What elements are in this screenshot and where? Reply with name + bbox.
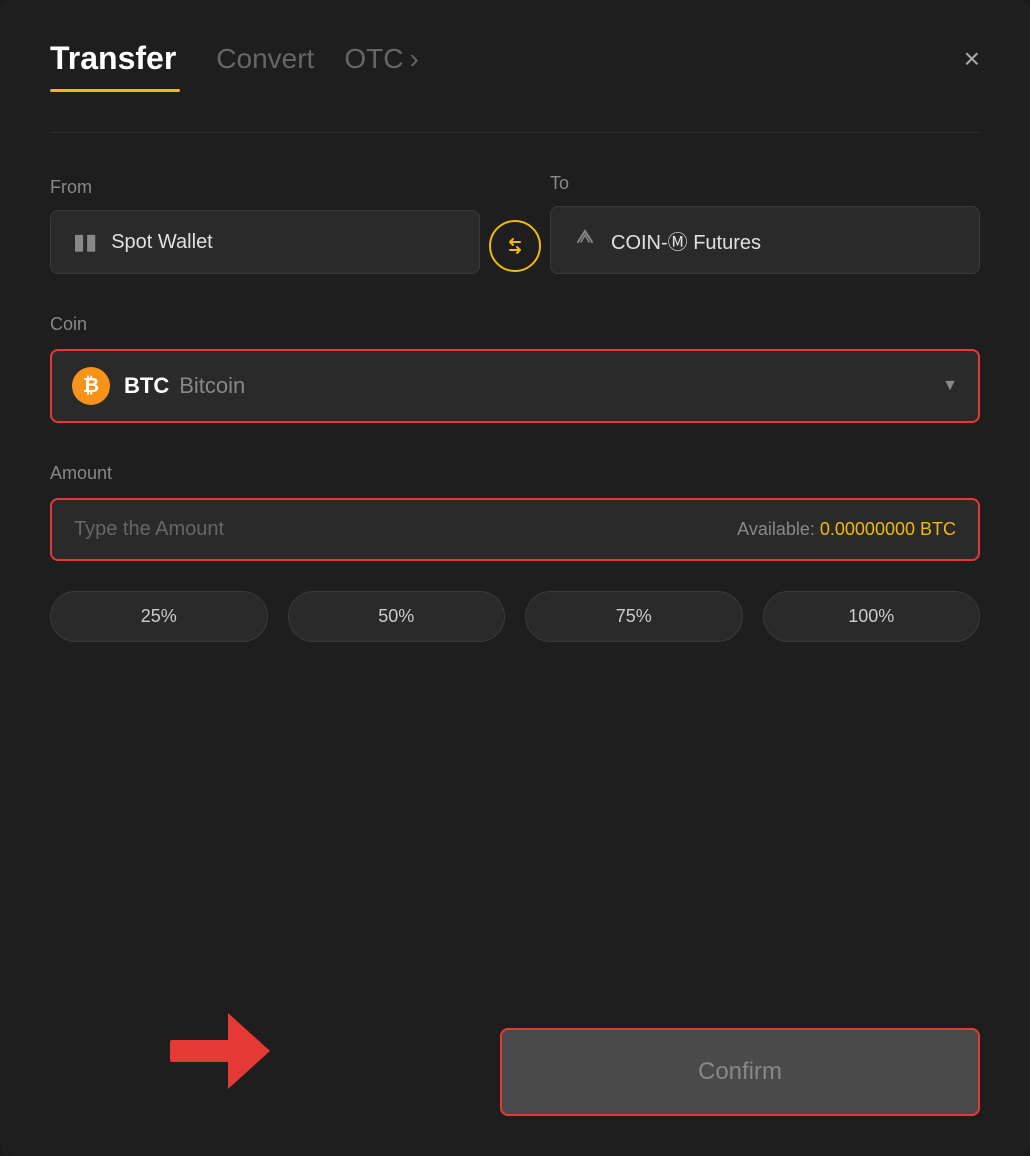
transfer-modal: Transfer Convert OTC › × From ▮▮ Spot Wa…	[0, 0, 1030, 1156]
pct-75-button[interactable]: 75%	[525, 591, 743, 642]
swap-button[interactable]	[489, 220, 541, 272]
arrow-indicator	[170, 1011, 270, 1096]
btc-symbol-char: ₿	[83, 375, 99, 398]
coin-selector[interactable]: ₿ BTC Bitcoin ▼	[50, 349, 980, 423]
to-label: To	[550, 173, 980, 194]
coin-full-name: Bitcoin	[179, 373, 245, 399]
from-wallet-name: Spot Wallet	[111, 231, 213, 254]
wallet-icon: ▮▮	[73, 229, 97, 255]
tab-otc[interactable]: OTC ›	[344, 43, 418, 75]
to-wallet-box[interactable]: COIN-Ⓜ Futures	[550, 206, 980, 274]
confirm-button[interactable]: Confirm	[500, 1028, 980, 1116]
header-divider	[50, 132, 980, 133]
modal-header: Transfer Convert OTC › ×	[50, 40, 980, 77]
swap-icon	[503, 234, 527, 258]
coin-symbol-text: BTC	[124, 373, 169, 399]
bottom-area: Confirm	[50, 988, 980, 1116]
to-group: To COIN-Ⓜ Futures	[550, 173, 980, 274]
coin-section-label: Coin	[50, 314, 980, 335]
percentage-row: 25% 50% 75% 100%	[50, 591, 980, 642]
swap-container	[480, 220, 550, 274]
to-wallet-name: COIN-Ⓜ Futures	[611, 226, 761, 255]
amount-input[interactable]	[74, 518, 737, 541]
from-to-row: From ▮▮ Spot Wallet To	[50, 173, 980, 274]
pct-25-button[interactable]: 25%	[50, 591, 268, 642]
tab-convert[interactable]: Convert	[216, 43, 314, 75]
chevron-down-icon: ▼	[942, 377, 958, 395]
from-label: From	[50, 177, 480, 198]
amount-section-label: Amount	[50, 463, 980, 484]
btc-icon: ₿	[72, 367, 110, 405]
futures-icon	[573, 225, 597, 255]
tab-active-underline	[50, 89, 180, 92]
from-wallet-box[interactable]: ▮▮ Spot Wallet	[50, 210, 480, 274]
from-group: From ▮▮ Spot Wallet	[50, 177, 480, 274]
red-arrow-icon	[170, 1011, 270, 1091]
pct-50-button[interactable]: 50%	[288, 591, 506, 642]
available-text: Available: 0.00000000 BTC	[737, 519, 956, 540]
available-value: 0.00000000 BTC	[820, 519, 956, 539]
pct-100-button[interactable]: 100%	[763, 591, 981, 642]
close-button[interactable]: ×	[964, 45, 980, 73]
amount-box: Available: 0.00000000 BTC	[50, 498, 980, 561]
tab-transfer[interactable]: Transfer	[50, 40, 176, 77]
